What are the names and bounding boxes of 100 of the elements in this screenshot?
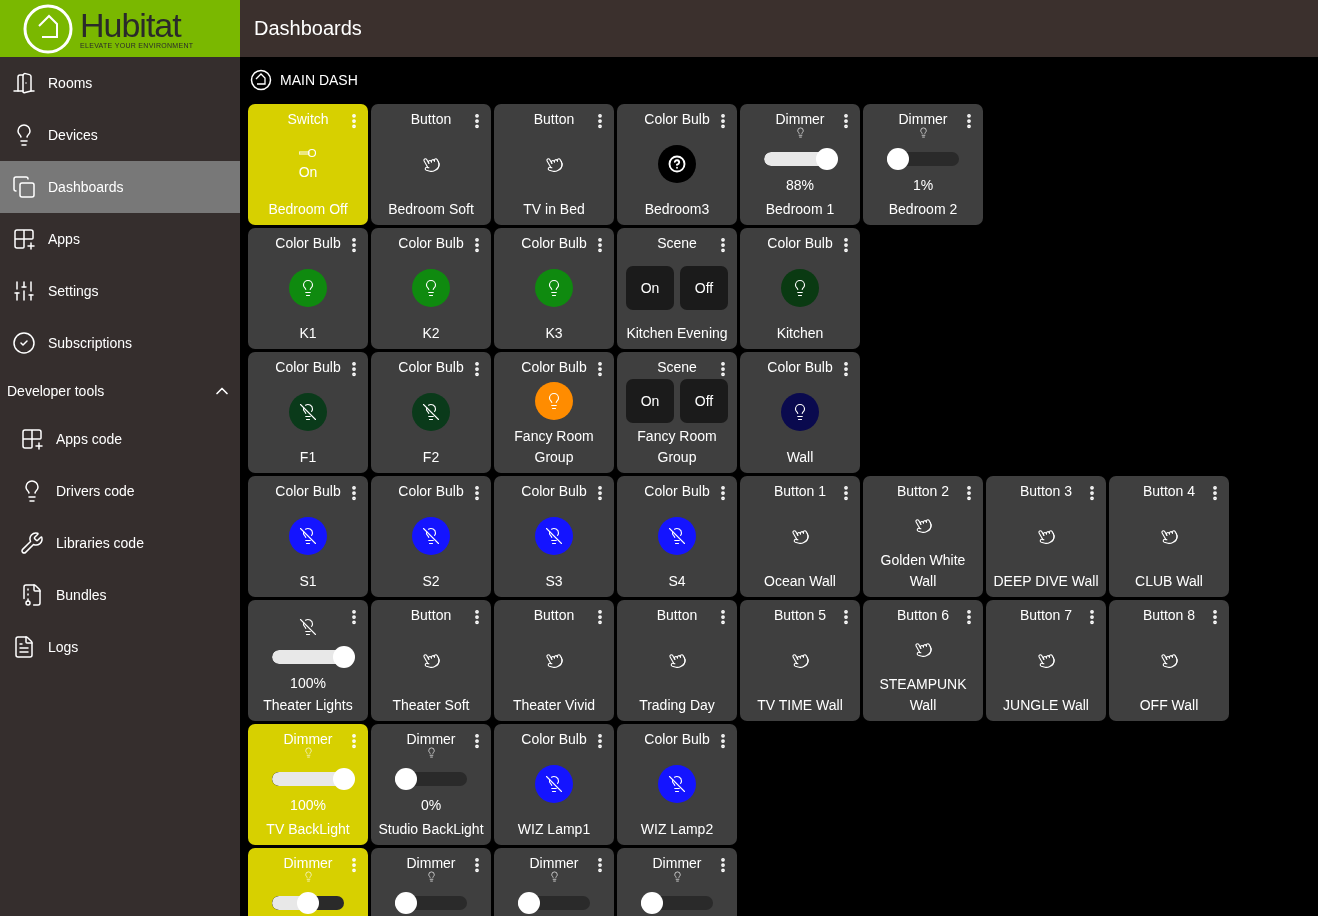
bulb-indicator[interactable] bbox=[658, 516, 696, 555]
device-tile[interactable]: Dimmer bbox=[494, 848, 614, 916]
device-name: TV BackLight bbox=[265, 820, 351, 839]
device-tile[interactable]: Button Theater Soft bbox=[371, 600, 491, 721]
device-tile[interactable]: Dimmer 88% Bedroom 1 bbox=[740, 104, 860, 225]
device-tile[interactable]: Button 6 STEAMPUNK Wall bbox=[863, 600, 983, 721]
tile-type: Button bbox=[533, 111, 575, 128]
sidebar-item[interactable]: Bundles bbox=[0, 569, 240, 621]
tile-type: Button 5 bbox=[773, 607, 827, 624]
bulb-indicator[interactable] bbox=[289, 392, 327, 431]
device-tile[interactable]: Dimmer bbox=[617, 848, 737, 916]
slider-thumb[interactable] bbox=[518, 892, 540, 914]
device-tile[interactable]: Button 3 DEEP DIVE Wall bbox=[986, 476, 1106, 597]
bulb-indicator[interactable] bbox=[781, 392, 819, 431]
slider-thumb[interactable] bbox=[816, 148, 839, 170]
bulb-indicator[interactable] bbox=[535, 268, 573, 307]
device-tile[interactable]: Color Bulb Wall bbox=[740, 352, 860, 473]
slider-thumb[interactable] bbox=[333, 768, 355, 790]
document-icon bbox=[12, 635, 36, 659]
device-tile[interactable]: Scene On Off Fancy Room Group bbox=[617, 352, 737, 473]
device-tile[interactable]: Color Bulb S1 bbox=[248, 476, 368, 597]
scene-on-button[interactable]: On bbox=[626, 379, 674, 423]
bulb-indicator[interactable] bbox=[781, 268, 819, 307]
device-tile[interactable]: Dimmer 0% Studio BackLight bbox=[371, 724, 491, 845]
device-tile[interactable]: Button 1 Ocean Wall bbox=[740, 476, 860, 597]
device-name: OFF Wall bbox=[1138, 696, 1200, 715]
sidebar-item[interactable]: Devices bbox=[0, 109, 240, 161]
device-tile[interactable]: Color Bulb WIZ Lamp1 bbox=[494, 724, 614, 845]
device-tile[interactable]: Dimmer 1% Bedroom 2 bbox=[863, 104, 983, 225]
sidebar-item[interactable]: Settings bbox=[0, 265, 240, 317]
device-tile[interactable]: Color Bulb Fancy Room Group bbox=[494, 352, 614, 473]
device-tile[interactable]: Button 8 OFF Wall bbox=[1109, 600, 1229, 721]
bulb-indicator[interactable] bbox=[412, 516, 450, 555]
crossed-bulb-icon bbox=[668, 526, 686, 545]
device-tile[interactable]: Color Bulb K2 bbox=[371, 228, 491, 349]
slider-thumb[interactable] bbox=[395, 768, 417, 790]
device-tile[interactable]: 100% Theater Lights bbox=[248, 600, 368, 721]
device-tile[interactable]: Color Bulb WIZ Lamp2 bbox=[617, 724, 737, 845]
device-tile[interactable]: Color Bulb Bedroom3 bbox=[617, 104, 737, 225]
bulb-indicator[interactable] bbox=[658, 144, 696, 183]
tile-type: Dimmer bbox=[529, 855, 579, 872]
bulb-indicator[interactable] bbox=[289, 268, 327, 307]
device-tile[interactable]: Button Bedroom Soft bbox=[371, 104, 491, 225]
bulb-indicator[interactable] bbox=[289, 516, 327, 555]
slider-thumb[interactable] bbox=[333, 646, 355, 668]
tile-type: Color Bulb bbox=[275, 235, 341, 252]
sidebar-item[interactable]: Subscriptions bbox=[0, 317, 240, 369]
tile-type: Button bbox=[656, 607, 698, 624]
developer-tools-toggle[interactable]: Developer tools bbox=[0, 369, 240, 413]
device-tile[interactable]: Button 7 JUNGLE Wall bbox=[986, 600, 1106, 721]
sidebar-item[interactable]: Apps code bbox=[0, 413, 240, 465]
slider-thumb[interactable] bbox=[641, 892, 663, 914]
sidebar-label: Subscriptions bbox=[48, 335, 133, 351]
bulb-indicator[interactable] bbox=[535, 382, 573, 420]
device-tile[interactable]: Color Bulb F2 bbox=[371, 352, 491, 473]
device-tile[interactable]: Color Bulb S3 bbox=[494, 476, 614, 597]
sidebar-item[interactable]: Drivers code bbox=[0, 465, 240, 517]
device-tile[interactable]: Scene On Off Kitchen Evening bbox=[617, 228, 737, 349]
slider-thumb[interactable] bbox=[395, 892, 417, 914]
bulb-indicator[interactable] bbox=[658, 764, 696, 803]
device-tile[interactable]: Color Bulb K3 bbox=[494, 228, 614, 349]
slider-thumb[interactable] bbox=[297, 892, 319, 914]
bulb-indicator[interactable] bbox=[412, 268, 450, 307]
device-tile[interactable]: Button 2 Golden White Wall bbox=[863, 476, 983, 597]
bulb-indicator[interactable] bbox=[535, 516, 573, 555]
scene-off-button[interactable]: Off bbox=[680, 379, 728, 423]
sidebar-item[interactable]: Dashboards bbox=[0, 161, 240, 213]
device-name: Fancy Room Group bbox=[513, 427, 595, 467]
device-tile[interactable]: Button TV in Bed bbox=[494, 104, 614, 225]
device-name: Bedroom3 bbox=[643, 200, 711, 219]
tile-type: Button bbox=[410, 607, 452, 624]
device-tile[interactable]: Color Bulb S4 bbox=[617, 476, 737, 597]
device-name: Ocean Wall bbox=[763, 572, 837, 591]
device-tile[interactable]: Dimmer bbox=[371, 848, 491, 916]
device-tile[interactable]: Color Bulb F1 bbox=[248, 352, 368, 473]
device-tile[interactable]: Color Bulb S2 bbox=[371, 476, 491, 597]
device-tile[interactable]: Button Trading Day bbox=[617, 600, 737, 721]
device-name: Bedroom Off bbox=[267, 200, 349, 219]
device-tile[interactable]: Button Theater Vivid bbox=[494, 600, 614, 721]
tile-type: Switch bbox=[287, 111, 329, 128]
crossed-bulb-icon bbox=[545, 774, 563, 793]
device-tile[interactable]: Button 5 TV TIME Wall bbox=[740, 600, 860, 721]
crossed-bulb-icon bbox=[299, 618, 317, 636]
tile-type: Button 4 bbox=[1142, 483, 1196, 500]
sidebar-item[interactable]: Apps bbox=[0, 213, 240, 265]
scene-off-button[interactable]: Off bbox=[680, 265, 728, 310]
sidebar-item[interactable]: Libraries code bbox=[0, 517, 240, 569]
slider-thumb[interactable] bbox=[887, 148, 909, 170]
switch-icon bbox=[299, 147, 317, 158]
sidebar-item[interactable]: Logs bbox=[0, 621, 240, 673]
bulb-indicator[interactable] bbox=[412, 392, 450, 431]
device-name: Bedroom 1 bbox=[764, 200, 836, 219]
bulb-indicator[interactable] bbox=[535, 764, 573, 803]
device-tile[interactable]: Button 4 CLUB Wall bbox=[1109, 476, 1229, 597]
sidebar-item[interactable]: Rooms bbox=[0, 57, 240, 109]
scene-on-button[interactable]: On bbox=[626, 265, 674, 310]
device-name: WIZ Lamp1 bbox=[516, 820, 592, 839]
device-tile[interactable]: Color Bulb K1 bbox=[248, 228, 368, 349]
device-tile[interactable]: Color Bulb Kitchen bbox=[740, 228, 860, 349]
crossed-bulb-icon bbox=[545, 526, 563, 545]
